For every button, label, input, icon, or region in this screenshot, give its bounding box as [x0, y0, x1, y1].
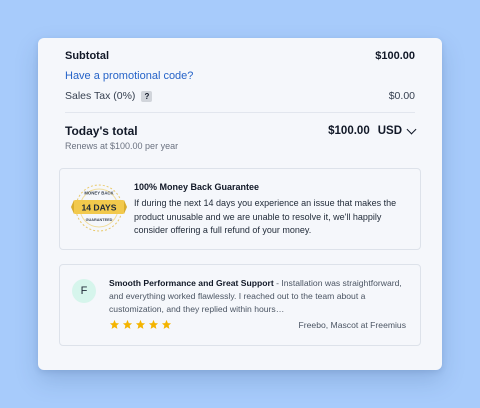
- total-row: Today's total $100.00 USD: [65, 122, 417, 140]
- chevron-down-icon: [406, 124, 417, 134]
- sales-tax-label: Sales Tax (0%): [65, 90, 136, 102]
- star-icon: [161, 319, 172, 329]
- review-author: Freebo, Mascot at Freemius: [298, 320, 406, 330]
- badge-bottom-text: GUARANTEED: [86, 218, 113, 222]
- total-label: Today's total: [65, 124, 138, 138]
- renewal-note: Renews at $100.00 per year: [65, 141, 179, 151]
- currency-selector[interactable]: USD: [377, 124, 417, 137]
- star-rating: [109, 319, 172, 330]
- star-icon: [122, 319, 133, 329]
- badge-days-text: 14 DAYS: [81, 203, 116, 213]
- badge-top-text: MONEY BACK: [84, 191, 114, 196]
- star-icon: [148, 319, 159, 329]
- divider: [65, 112, 415, 113]
- promo-code-link[interactable]: Have a promotional code?: [65, 70, 193, 82]
- guarantee-box: MONEY BACK 14 DAYS GUARANTEED 100% Money…: [59, 168, 421, 250]
- review-box: F Smooth Performance and Great Support -…: [59, 264, 421, 346]
- subtotal-label: Subtotal: [65, 50, 109, 62]
- help-icon[interactable]: ?: [141, 90, 153, 102]
- avatar: F: [72, 279, 96, 303]
- star-icon: [109, 319, 120, 329]
- checkout-summary-card: Subtotal $100.00 Have a promotional code…: [38, 38, 442, 370]
- total-amount: $100.00: [328, 125, 370, 137]
- promo-row: Have a promotional code?: [65, 68, 415, 84]
- money-back-badge-icon: MONEY BACK 14 DAYS GUARANTEED: [71, 184, 127, 232]
- guarantee-text: If during the next 14 days you experienc…: [134, 198, 397, 235]
- star-icon: [135, 319, 146, 329]
- guarantee-title: 100% Money Back Guarantee: [134, 182, 260, 192]
- review-headline: Smooth Performance and Great Support: [109, 278, 274, 288]
- review-text: Smooth Performance and Great Support - I…: [109, 277, 406, 316]
- sales-tax-label-group: Sales Tax (0%) ?: [65, 90, 153, 102]
- total-amount-group: $100.00 USD: [328, 124, 417, 137]
- subtotal-value: $100.00: [375, 50, 415, 62]
- currency-label: USD: [377, 125, 402, 137]
- subtotal-row: Subtotal $100.00: [65, 48, 415, 64]
- sales-tax-value: $0.00: [388, 90, 415, 102]
- sales-tax-row: Sales Tax (0%) ? $0.00: [65, 88, 415, 104]
